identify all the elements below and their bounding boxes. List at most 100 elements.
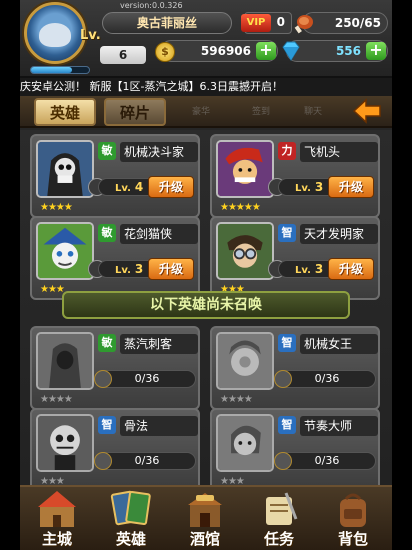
stamina-display[interactable]: 250/65 [294, 12, 388, 34]
nav-label: 主城 [41, 530, 72, 548]
player-level: 6 [100, 46, 146, 64]
class-badge: 敏 [98, 224, 116, 242]
right-letterbox [392, 0, 412, 550]
add-gems-button[interactable]: + [366, 42, 386, 60]
quest-scroll-icon [266, 492, 298, 525]
hero-name: 机械女王 [300, 334, 378, 354]
nav-quests[interactable]: 任务 [242, 487, 316, 550]
xp-bar [30, 66, 90, 74]
hero-name: 花剑猫侠 [120, 224, 198, 244]
soul-stone-icon [274, 452, 292, 470]
nav-main-city[interactable]: 主城 [20, 487, 94, 550]
background-menu-label: 签到 [252, 107, 271, 117]
level-prefix: Lv. [115, 183, 131, 194]
upgrade-button[interactable]: 升级 [148, 176, 194, 198]
background-menu-label: 聊天 [304, 107, 323, 117]
hero-stars: ★★★ [40, 284, 65, 295]
nav-heroes[interactable]: 英雄 [94, 487, 168, 550]
hero-name: 天才发明家 [300, 224, 378, 244]
player-name: 奥古菲丽丝 [102, 12, 232, 34]
announcement-ticker: 庆安卓公测！ 新服【1区-蒸汽之城】6.3日震撼开启！ [20, 78, 392, 96]
class-badge: 敏 [98, 334, 116, 352]
level-prefix: Lv. [295, 183, 311, 194]
hero-portrait [216, 332, 274, 390]
unsummoned-banner: 以下英雄尚未召唤 [62, 291, 350, 319]
locked-hero-card[interactable]: ★★★★ 智 机械女王 0/36 [210, 326, 380, 410]
hero-card[interactable]: ★★★ 敏 花剑猫侠 Lv. 3 升级 [30, 216, 200, 300]
back-arrow-icon[interactable] [352, 98, 382, 124]
shard-progress: 0/36 [98, 370, 196, 388]
hero-name: 机械决斗家 [120, 142, 198, 162]
gem-display: 556 + [282, 40, 388, 62]
gem-value: 556 [335, 44, 361, 58]
left-letterbox [0, 0, 20, 550]
nav-label: 背包 [337, 530, 368, 548]
hero-tabs: 英雄 碎片 豪华 签到 聊天 [20, 96, 392, 128]
player-avatar[interactable] [24, 2, 86, 64]
locked-hero-card[interactable]: ★★★ 智 骨法 0/36 [30, 408, 200, 492]
level-prefix: Lv. [115, 265, 131, 276]
nav-backpack[interactable]: 背包 [316, 487, 390, 550]
tab-heroes[interactable]: 英雄 [34, 98, 96, 126]
player-status-bar: Lv. 6 version:0.0.326 奥古菲丽丝 VIP 0 250/65… [20, 0, 392, 78]
hero-name: 飞机头 [300, 142, 378, 162]
coin-icon: $ [155, 42, 175, 62]
level-prefix: Lv. [295, 265, 311, 276]
soul-stone-icon [94, 370, 112, 388]
background-menu-label: 豪华 [192, 107, 211, 117]
shard-progress: 0/36 [278, 370, 376, 388]
hero-list: ★★★★ 敏 机械决斗家 Lv. 4 升级 ★★★★★ 力 飞机头 Lv. 3 升级 [20, 130, 392, 492]
nav-label: 任务 [263, 530, 294, 548]
hero-stars: ★★★★★ [220, 202, 261, 213]
upgrade-button[interactable]: 升级 [148, 258, 194, 280]
hero-stars: ★★★★ [40, 394, 73, 405]
gold-display: $ 596906 + [155, 40, 278, 62]
hero-stars: ★★★★ [220, 394, 253, 405]
meat-icon [294, 15, 313, 34]
soul-stone-icon [94, 452, 112, 470]
add-gold-button[interactable]: + [256, 42, 276, 60]
class-badge: 敏 [98, 142, 116, 160]
tavern-icon [188, 493, 222, 527]
vip-badge: VIP [241, 14, 271, 32]
hero-name: 骨法 [120, 416, 198, 436]
stamina-value: 250/65 [334, 16, 381, 30]
gold-value: 596906 [200, 44, 251, 58]
vip-box[interactable]: VIP 0 [241, 12, 292, 34]
vip-level: 0 [276, 15, 285, 29]
hero-portrait [36, 414, 94, 472]
class-badge: 智 [278, 224, 296, 242]
nav-label: 英雄 [115, 530, 146, 548]
hero-card[interactable]: ★★★★★ 力 飞机头 Lv. 3 升级 [210, 134, 380, 218]
hero-portrait [216, 222, 274, 280]
hero-portrait [216, 140, 274, 198]
nav-tavern[interactable]: 酒馆 [168, 487, 242, 550]
upgrade-button[interactable]: 升级 [328, 258, 374, 280]
class-badge: 智 [278, 334, 296, 352]
level-label: Lv. [80, 28, 101, 43]
class-badge: 智 [98, 416, 116, 434]
hero-name: 蒸汽刺客 [120, 334, 198, 354]
bottom-nav: 主城 英雄 酒馆 任务 背包 [20, 485, 392, 550]
soul-stone-icon [274, 370, 292, 388]
tab-shards[interactable]: 碎片 [104, 98, 166, 126]
hero-name: 节奏大师 [300, 416, 378, 436]
nav-label: 酒馆 [189, 530, 220, 548]
hero-card[interactable]: ★★★ 智 天才发明家 Lv. 3 升级 [210, 216, 380, 300]
hero-stars: ★★★★ [40, 202, 73, 213]
hero-portrait [36, 332, 94, 390]
locked-hero-card[interactable]: ★★★ 智 节奏大师 0/36 [210, 408, 380, 492]
xp-fill [31, 67, 72, 73]
hero-cards-icon [110, 490, 151, 526]
game-screen: Lv. 6 version:0.0.326 奥古菲丽丝 VIP 0 250/65… [20, 0, 392, 550]
diamond-icon [282, 41, 300, 61]
hero-portrait [36, 140, 94, 198]
upgrade-button[interactable]: 升级 [328, 176, 374, 198]
castle-icon [38, 491, 76, 527]
shard-progress: 0/36 [278, 452, 376, 470]
hero-card[interactable]: ★★★★ 敏 机械决斗家 Lv. 4 升级 [30, 134, 200, 218]
version-text: version:0.0.326 [120, 1, 183, 10]
backpack-icon [340, 493, 366, 527]
class-badge: 力 [278, 142, 296, 160]
locked-hero-card[interactable]: ★★★★ 敏 蒸汽刺客 0/36 [30, 326, 200, 410]
